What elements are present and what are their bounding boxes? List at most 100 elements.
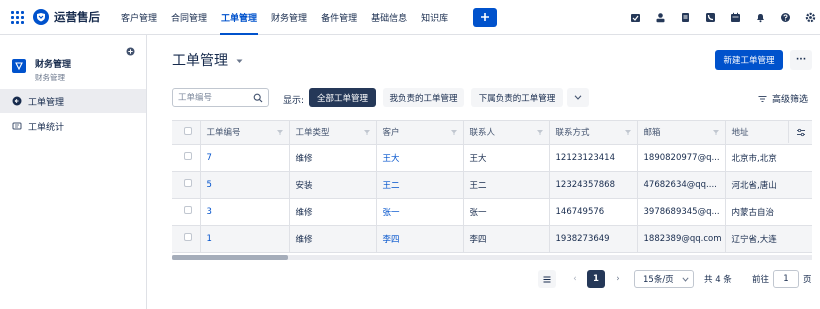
workorder-id-link[interactable]: 7: [200, 144, 290, 172]
table-cell: 北京市,北京: [725, 144, 812, 172]
column-filter-icon[interactable]: [712, 130, 719, 135]
table-cell: 维修: [289, 225, 377, 253]
more-filters-dropdown[interactable]: [567, 88, 589, 107]
advanced-filter-button[interactable]: 高级筛选: [758, 92, 808, 105]
table-cell: 维修: [289, 198, 377, 226]
sidebar-item-workorder[interactable]: 工单管理: [0, 89, 146, 113]
current-page[interactable]: 1: [587, 270, 605, 288]
table-cell: 146749576: [549, 198, 638, 226]
next-page-button[interactable]: ›: [613, 270, 623, 288]
table-row[interactable]: 1 维修 李四 李四 1938273649 1882389@qq.com 辽宁省…: [172, 225, 812, 253]
sidebar-item-statistics[interactable]: 工单统计: [0, 114, 146, 138]
table-cell: 1882389@qq.com: [637, 225, 726, 253]
workorder-search-input[interactable]: [178, 92, 256, 103]
column-header[interactable]: 联系人: [463, 121, 550, 145]
nav-item-finance[interactable]: 财务管理: [264, 0, 314, 35]
goto-page-input[interactable]: 1: [773, 270, 799, 288]
column-filter-icon[interactable]: [276, 130, 283, 135]
sidebar-item-label: 工单管理: [28, 97, 65, 108]
document-icon[interactable]: [679, 12, 691, 24]
search-icon[interactable]: [253, 93, 263, 103]
plus-icon: [481, 13, 490, 21]
column-header[interactable]: 邮箱: [637, 121, 726, 145]
workorder-id-link[interactable]: 3: [200, 198, 290, 226]
settings-gear-icon[interactable]: [804, 12, 816, 24]
nav-item-spare-parts[interactable]: 备件管理: [314, 0, 364, 35]
filter-lines-icon: [758, 95, 767, 103]
column-filter-icon[interactable]: [450, 130, 457, 135]
table-cell: 内蒙古自治: [725, 198, 812, 226]
column-header[interactable]: 联系方式: [549, 121, 638, 145]
filter-all-workorders[interactable]: 全部工单管理: [309, 88, 376, 107]
table-cell: 12123123414: [549, 144, 638, 172]
table-cell: 维修: [289, 144, 377, 172]
column-filter-icon[interactable]: [624, 130, 631, 135]
select-all-checkbox[interactable]: [184, 126, 192, 135]
customer-link[interactable]: 李四: [376, 225, 464, 253]
column-header[interactable]: 工单编号: [200, 121, 290, 145]
column-settings-button[interactable]: [788, 121, 812, 143]
filter-subordinate-workorders[interactable]: 下属负责的工单管理: [471, 88, 563, 107]
list-icon: [12, 121, 22, 131]
more-options-button[interactable]: ···: [790, 50, 812, 70]
nav-item-contract[interactable]: 合同管理: [164, 0, 214, 35]
column-filter-icon[interactable]: [363, 130, 370, 135]
show-label: 显示:: [283, 96, 305, 106]
row-checkbox[interactable]: [184, 206, 192, 214]
chevron-down-icon: [682, 276, 689, 282]
table-cell: 王大: [463, 144, 550, 172]
table-cell: 47682634@qq....: [637, 171, 726, 199]
table-cell: 1890820977@q...: [637, 144, 726, 172]
nav-item-knowledge[interactable]: 知识库: [414, 0, 455, 35]
workorder-id-link[interactable]: 5: [200, 171, 290, 199]
nav-item-customer[interactable]: 客户管理: [114, 0, 164, 35]
page-title-dropdown[interactable]: 工单管理: [172, 50, 243, 70]
user-icon[interactable]: [654, 12, 666, 24]
row-checkbox[interactable]: [184, 179, 192, 187]
table-cell: 1938273649: [549, 225, 638, 253]
filter-my-workorders[interactable]: 我负责的工单管理: [383, 88, 464, 107]
table-cell: 河北省,唐山: [725, 171, 812, 199]
chevron-down-icon: [574, 95, 582, 100]
add-project-icon[interactable]: [126, 47, 136, 57]
table-row[interactable]: 7 维修 王大 王大 12123123414 1890820977@q... 北…: [172, 144, 812, 172]
phone-icon[interactable]: [704, 12, 716, 24]
sliders-icon: [796, 128, 805, 136]
table-cell: 3978689345@q...: [637, 198, 726, 226]
workorder-table: 工单编号 工单类型 客户 联系人 联系方式 邮箱 地址 7 维修 王大 王大 1…: [172, 120, 812, 260]
prev-page-button[interactable]: ‹: [570, 270, 580, 288]
calendar-icon[interactable]: [729, 12, 741, 24]
goto-label: 前往: [752, 275, 770, 285]
create-button[interactable]: [473, 7, 498, 27]
brand-logo-icon: [33, 9, 49, 25]
main-menu: 客户管理 合同管理 工单管理 财务管理 备件管理 基础信息 知识库: [114, 0, 455, 35]
page-size-select[interactable]: 15条/页: [634, 270, 694, 288]
column-header[interactable]: 工单类型: [289, 121, 377, 145]
table-header-row: 工单编号 工单类型 客户 联系人 联系方式 邮箱 地址: [172, 121, 812, 145]
nav-item-workorder[interactable]: 工单管理: [214, 0, 264, 35]
customer-link[interactable]: 王大: [376, 144, 464, 172]
customer-link[interactable]: 王二: [376, 171, 464, 199]
nav-item-basic-info[interactable]: 基础信息: [364, 0, 414, 35]
table-cell: 张一: [463, 198, 550, 226]
row-checkbox[interactable]: [184, 152, 192, 160]
horizontal-scrollbar[interactable]: [172, 255, 812, 260]
brand-name: 运营售后: [54, 10, 100, 24]
new-workorder-button[interactable]: 新建工单管理: [715, 50, 783, 70]
table-row[interactable]: 5 安装 王二 王二 12324357868 47682634@qq.... 河…: [172, 171, 812, 199]
help-icon[interactable]: [779, 12, 791, 24]
project-icon: [12, 59, 26, 73]
customer-link[interactable]: 张一: [376, 198, 464, 226]
bell-icon[interactable]: [754, 12, 766, 24]
search-box: [172, 88, 269, 107]
table-row[interactable]: 3 维修 张一 张一 146749576 3978689345@q... 内蒙古…: [172, 198, 812, 226]
column-header[interactable]: 客户: [376, 121, 464, 145]
column-filter-icon[interactable]: [536, 130, 543, 135]
row-checkbox[interactable]: [184, 233, 192, 241]
pagination-menu-button[interactable]: [538, 270, 556, 288]
app-switcher-icon[interactable]: [10, 10, 24, 24]
task-check-icon[interactable]: [629, 12, 641, 24]
scrollbar-thumb[interactable]: [172, 255, 288, 260]
workorder-id-link[interactable]: 1: [200, 225, 290, 253]
select-all-cell: [172, 121, 201, 145]
